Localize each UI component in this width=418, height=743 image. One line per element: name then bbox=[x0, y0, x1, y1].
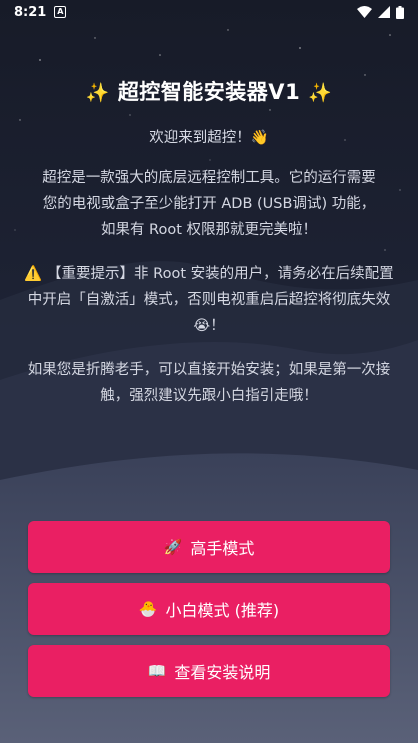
advice-paragraph: 如果您是折腾老手，可以直接开始安装；如果是第一次接触，强烈建议先跟小白指引走哦！ bbox=[27, 362, 391, 404]
warning-text: 【重要提示】非 Root 安装的用户，请务必在后续配置中开启「自激活」模式，否则… bbox=[27, 266, 394, 334]
intro-line: 如果有 Root 权限那就更完美啦！ bbox=[100, 222, 318, 238]
intro-paragraph: 超控是一款强大的底层远程控制工具。它的运行需要 您的电视或盒子至少能打开 ADB… bbox=[24, 165, 394, 243]
install-guide-button[interactable]: 📖 查看安装说明 bbox=[28, 645, 390, 697]
beginner-mode-button[interactable]: 🐣 小白模式 (推荐) bbox=[28, 583, 390, 635]
wifi-icon bbox=[357, 6, 372, 18]
beginner-mode-label: 小白模式 (推荐) bbox=[165, 601, 280, 620]
sparkle-icon: ✨ bbox=[85, 82, 110, 104]
status-time: 8:21 bbox=[14, 4, 47, 20]
welcome-text: 欢迎来到超控！👋 bbox=[149, 130, 269, 146]
install-guide-label: 查看安装说明 bbox=[174, 663, 271, 682]
page-title-text: 超控智能安装器V1 bbox=[117, 80, 301, 104]
battery-icon bbox=[396, 5, 404, 19]
action-buttons: 🚀 高手模式 🐣 小白模式 (推荐) 📖 查看安装说明 bbox=[28, 521, 390, 707]
cellular-signal-icon bbox=[378, 6, 390, 18]
sparkle-icon: ✨ bbox=[308, 82, 333, 104]
warning-paragraph: ⚠️ 【重要提示】非 Root 安装的用户，请务必在后续配置中开启「自激活」模式… bbox=[24, 261, 394, 339]
page-title: ✨ 超控智能安装器V1 ✨ bbox=[0, 76, 418, 106]
expert-mode-label: 高手模式 bbox=[190, 539, 255, 558]
main-content: ✨ 超控智能安装器V1 ✨ 欢迎来到超控！👋 超控是一款强大的底层远程控制工具。它的… bbox=[0, 70, 418, 409]
status-bar: 8:21 A bbox=[0, 0, 418, 24]
intro-line: 您的电视或盒子至少能打开 ADB (USB调试) 功能， bbox=[42, 196, 376, 212]
status-left: 8:21 A bbox=[14, 4, 67, 20]
chick-icon: 🐣 bbox=[138, 600, 158, 618]
status-icons bbox=[357, 5, 404, 19]
rocket-icon: 🚀 bbox=[163, 538, 183, 556]
expert-mode-button[interactable]: 🚀 高手模式 bbox=[28, 521, 390, 573]
intro-line: 超控是一款强大的底层远程控制工具。它的运行需要 bbox=[42, 170, 376, 186]
book-icon: 📖 bbox=[147, 662, 167, 680]
a-notification-icon: A bbox=[54, 6, 67, 18]
warning-icon: ⚠️ bbox=[24, 266, 43, 282]
